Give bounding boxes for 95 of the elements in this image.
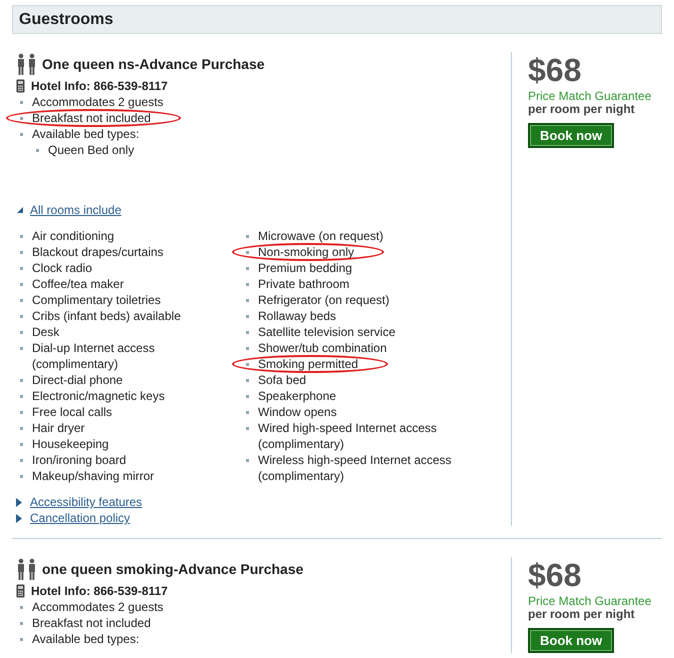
bullet-icon xyxy=(20,235,23,238)
bullet-icon xyxy=(20,283,23,286)
price: $68 xyxy=(528,52,582,88)
list-item-text: Dial-up Internet access (complimentary) xyxy=(32,340,156,372)
list-item-text: Hair dryer xyxy=(32,420,85,436)
bullet-icon xyxy=(20,443,23,446)
bullet-icon xyxy=(20,622,23,625)
bullet-icon xyxy=(20,133,23,136)
list-item-text: Smoking permitted xyxy=(258,356,358,372)
list-item-text: Blackout drapes/curtains xyxy=(32,244,164,260)
list-item-text: Private bathroom xyxy=(258,276,350,292)
list-item-text: Accommodates 2 guests xyxy=(32,599,164,615)
price-guarantee: Price Match Guarantee xyxy=(528,595,652,608)
list-item-text: Window opens xyxy=(258,404,337,420)
people-icon xyxy=(16,558,38,580)
list-item-text: Cribs (infant beds) available xyxy=(32,308,181,324)
list-item-text: Satellite television service xyxy=(258,324,396,340)
bullet-icon xyxy=(246,363,249,366)
bullet-icon xyxy=(20,331,23,334)
book-now-button[interactable]: Book now xyxy=(528,628,614,653)
hotel-phone: Hotel Info: 866-539-8117 xyxy=(31,79,168,93)
list-item-text: Housekeeping xyxy=(32,436,109,452)
list-item-text: Clock radio xyxy=(32,260,92,276)
bullet-icon xyxy=(246,299,249,302)
bullet-icon xyxy=(20,347,23,350)
amenities-link[interactable]: All rooms include xyxy=(30,202,122,218)
bullet-icon xyxy=(246,427,249,430)
room-name: One queen ns-Advance Purchase xyxy=(42,56,265,72)
list-item-text: Microwave (on request) xyxy=(258,228,384,244)
bullet-icon xyxy=(20,379,23,382)
bullet-icon xyxy=(20,395,23,398)
list-item-text: Refrigerator (on request) xyxy=(258,292,390,308)
bullet-icon xyxy=(20,101,23,104)
bullet-icon xyxy=(246,379,249,382)
bullet-icon xyxy=(20,251,23,254)
list-item-text: Wireless high-speed Internet access (complimentary) xyxy=(258,452,452,484)
hotel-phone: Hotel Info: 866-539-8117 xyxy=(31,584,168,598)
bullet-icon xyxy=(20,638,23,641)
bullet-icon xyxy=(36,149,39,152)
list-item-text: Premium bedding xyxy=(258,260,352,276)
bullet-icon xyxy=(20,427,23,430)
bullet-icon xyxy=(20,459,23,462)
list-item-text: Electronic/magnetic keys xyxy=(32,388,165,404)
book-now-button[interactable]: Book now xyxy=(528,123,614,148)
list-item-text: Iron/ironing board xyxy=(32,452,126,468)
list-item-text: Rollaway beds xyxy=(258,308,336,324)
list-item-text: Coffee/tea maker xyxy=(32,276,124,292)
list-item-text: Breakfast not included xyxy=(32,110,151,126)
bullet-icon xyxy=(246,395,249,398)
bullet-icon xyxy=(20,606,23,609)
bullet-icon xyxy=(20,117,23,120)
bullet-icon xyxy=(20,475,23,478)
room-name: one queen smoking-Advance Purchase xyxy=(42,561,304,577)
list-item-text: Breakfast not included xyxy=(32,615,151,631)
expand-triangle-icon[interactable] xyxy=(16,514,23,522)
bullet-icon xyxy=(20,411,23,414)
bullet-icon xyxy=(246,267,249,270)
list-item-text: Available bed types: xyxy=(32,126,140,142)
list-item-text: Available bed types: xyxy=(32,631,140,647)
bullet-icon xyxy=(246,283,249,286)
bullet-icon xyxy=(246,411,249,414)
bullet-icon xyxy=(246,347,249,350)
phone-icon xyxy=(16,584,25,598)
price: $68 xyxy=(528,557,582,593)
price-guarantee: Price Match Guarantee xyxy=(528,90,652,103)
section-title: Guestrooms xyxy=(19,10,114,28)
bullet-icon xyxy=(20,299,23,302)
policy-link[interactable]: Cancellation policy xyxy=(30,510,130,526)
list-item-text: Speakerphone xyxy=(258,388,336,404)
list-item-text: Accommodates 2 guests xyxy=(32,94,164,110)
bullet-icon xyxy=(20,315,23,318)
list-item-text: Queen Bed only xyxy=(48,142,134,158)
bullet-icon xyxy=(246,315,249,318)
price-unit: per room per night xyxy=(528,608,636,621)
bullet-icon xyxy=(20,267,23,270)
price-unit: per room per night xyxy=(528,103,636,116)
list-item-text: Desk xyxy=(32,324,60,340)
list-item-text: Wired high-speed Internet access (complimentary) xyxy=(258,420,438,452)
policy-link[interactable]: Accessibility features xyxy=(30,494,142,510)
people-icon xyxy=(16,53,38,75)
bullet-icon xyxy=(246,251,249,254)
expand-triangle-icon[interactable] xyxy=(16,498,23,506)
list-item-text: Shower/tub combination xyxy=(258,340,387,356)
list-item-text: Sofa bed xyxy=(258,372,306,388)
list-item-text: Non-smoking only xyxy=(258,244,354,260)
list-item-text: Free local calls xyxy=(32,404,112,420)
phone-icon xyxy=(16,79,25,93)
bullet-icon xyxy=(246,459,249,462)
collapse-triangle-icon[interactable] xyxy=(16,206,24,214)
list-item-text: Makeup/shaving mirror xyxy=(32,468,154,484)
list-item-text: Direct-dial phone xyxy=(32,372,123,388)
bullet-icon xyxy=(246,331,249,334)
bullet-icon xyxy=(246,235,249,238)
list-item-text: Complimentary toiletries xyxy=(32,292,161,308)
list-item-text: Air conditioning xyxy=(32,228,114,244)
